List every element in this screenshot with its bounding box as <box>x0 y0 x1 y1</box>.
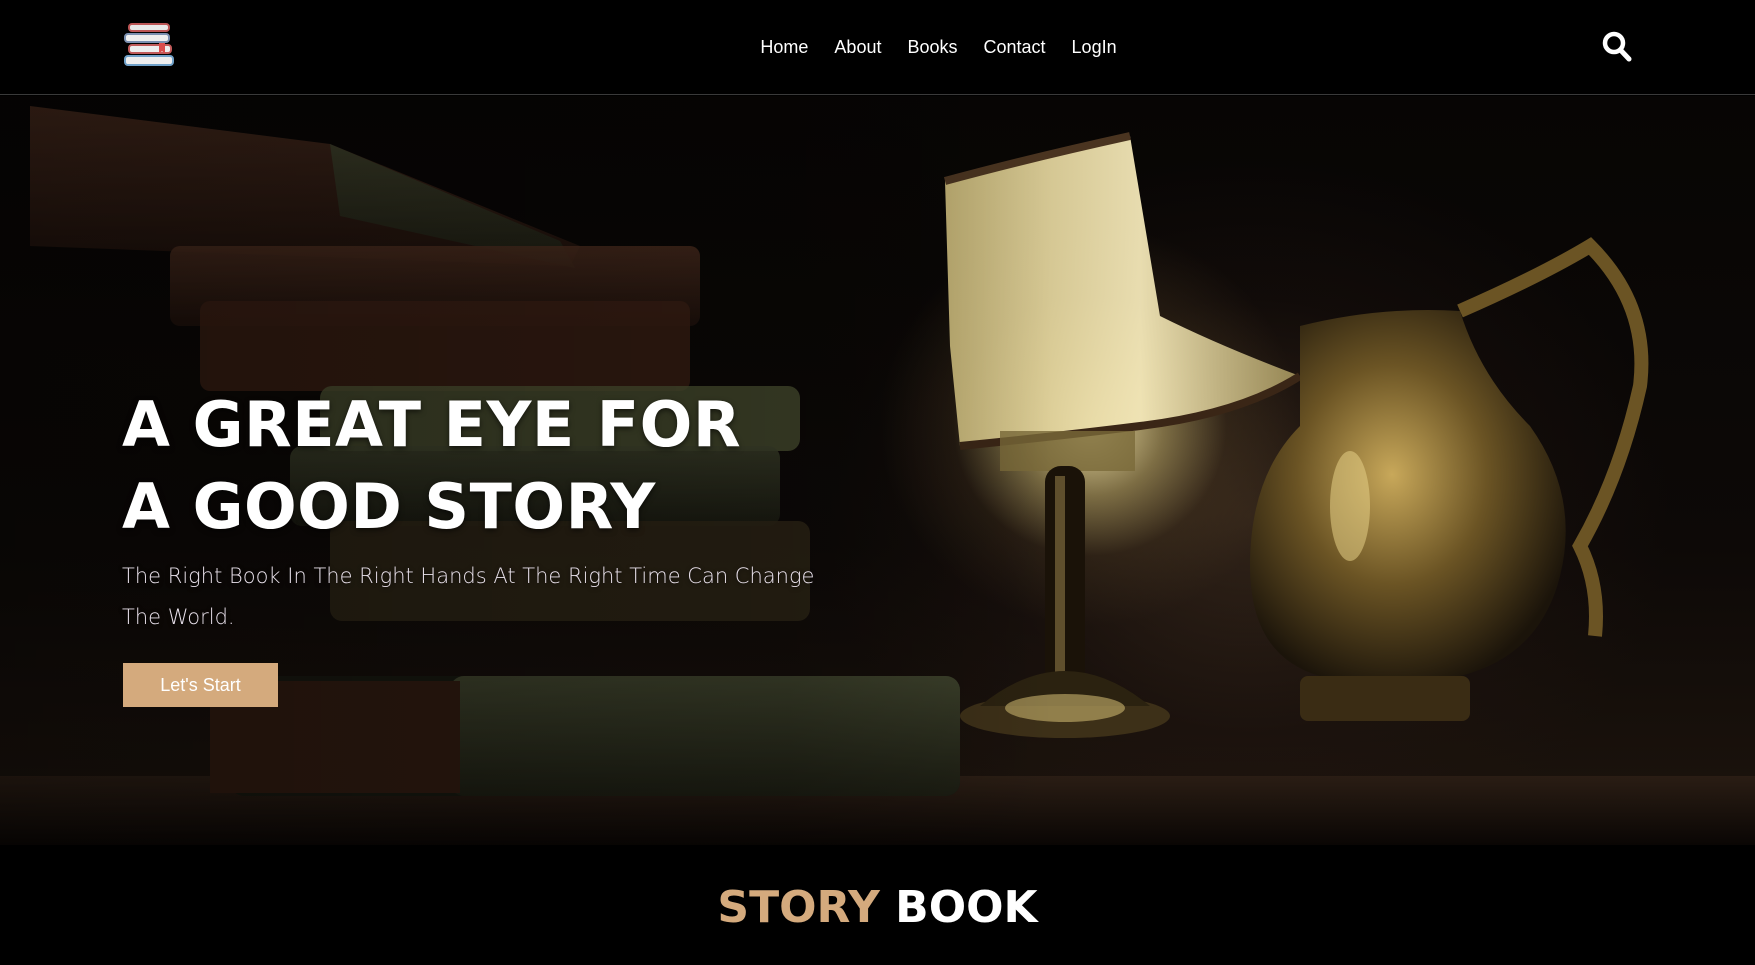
nav-login[interactable]: LogIn <box>1072 37 1117 58</box>
section-title-main: BOOK <box>895 882 1038 933</box>
lets-start-button[interactable]: Let's Start <box>123 663 278 707</box>
hero-section: A GREAT EYE FOR A GOOD STORY The Right B… <box>0 96 1755 845</box>
nav-home[interactable]: Home <box>760 37 808 58</box>
navbar: Home About Books Contact LogIn <box>0 0 1755 95</box>
hero-subtitle: The Right Book In The Right Hands At The… <box>122 564 815 629</box>
hero-title-line-2: A GOOD STORY <box>122 470 656 543</box>
nav-contact[interactable]: Contact <box>984 37 1046 58</box>
stacked-books-icon[interactable] <box>123 22 179 70</box>
section-title: STORY BOOK <box>0 878 1755 938</box>
nav-menu: Home About Books Contact LogIn <box>0 0 1755 95</box>
hero-title-line-1: A GREAT EYE FOR <box>122 388 742 461</box>
nav-books[interactable]: Books <box>907 37 957 58</box>
hero-title: A GREAT EYE FOR A GOOD STORY <box>122 384 741 548</box>
search-icon[interactable] <box>1602 31 1632 63</box>
section-title-accent: STORY <box>717 882 880 933</box>
nav-about[interactable]: About <box>834 37 881 58</box>
